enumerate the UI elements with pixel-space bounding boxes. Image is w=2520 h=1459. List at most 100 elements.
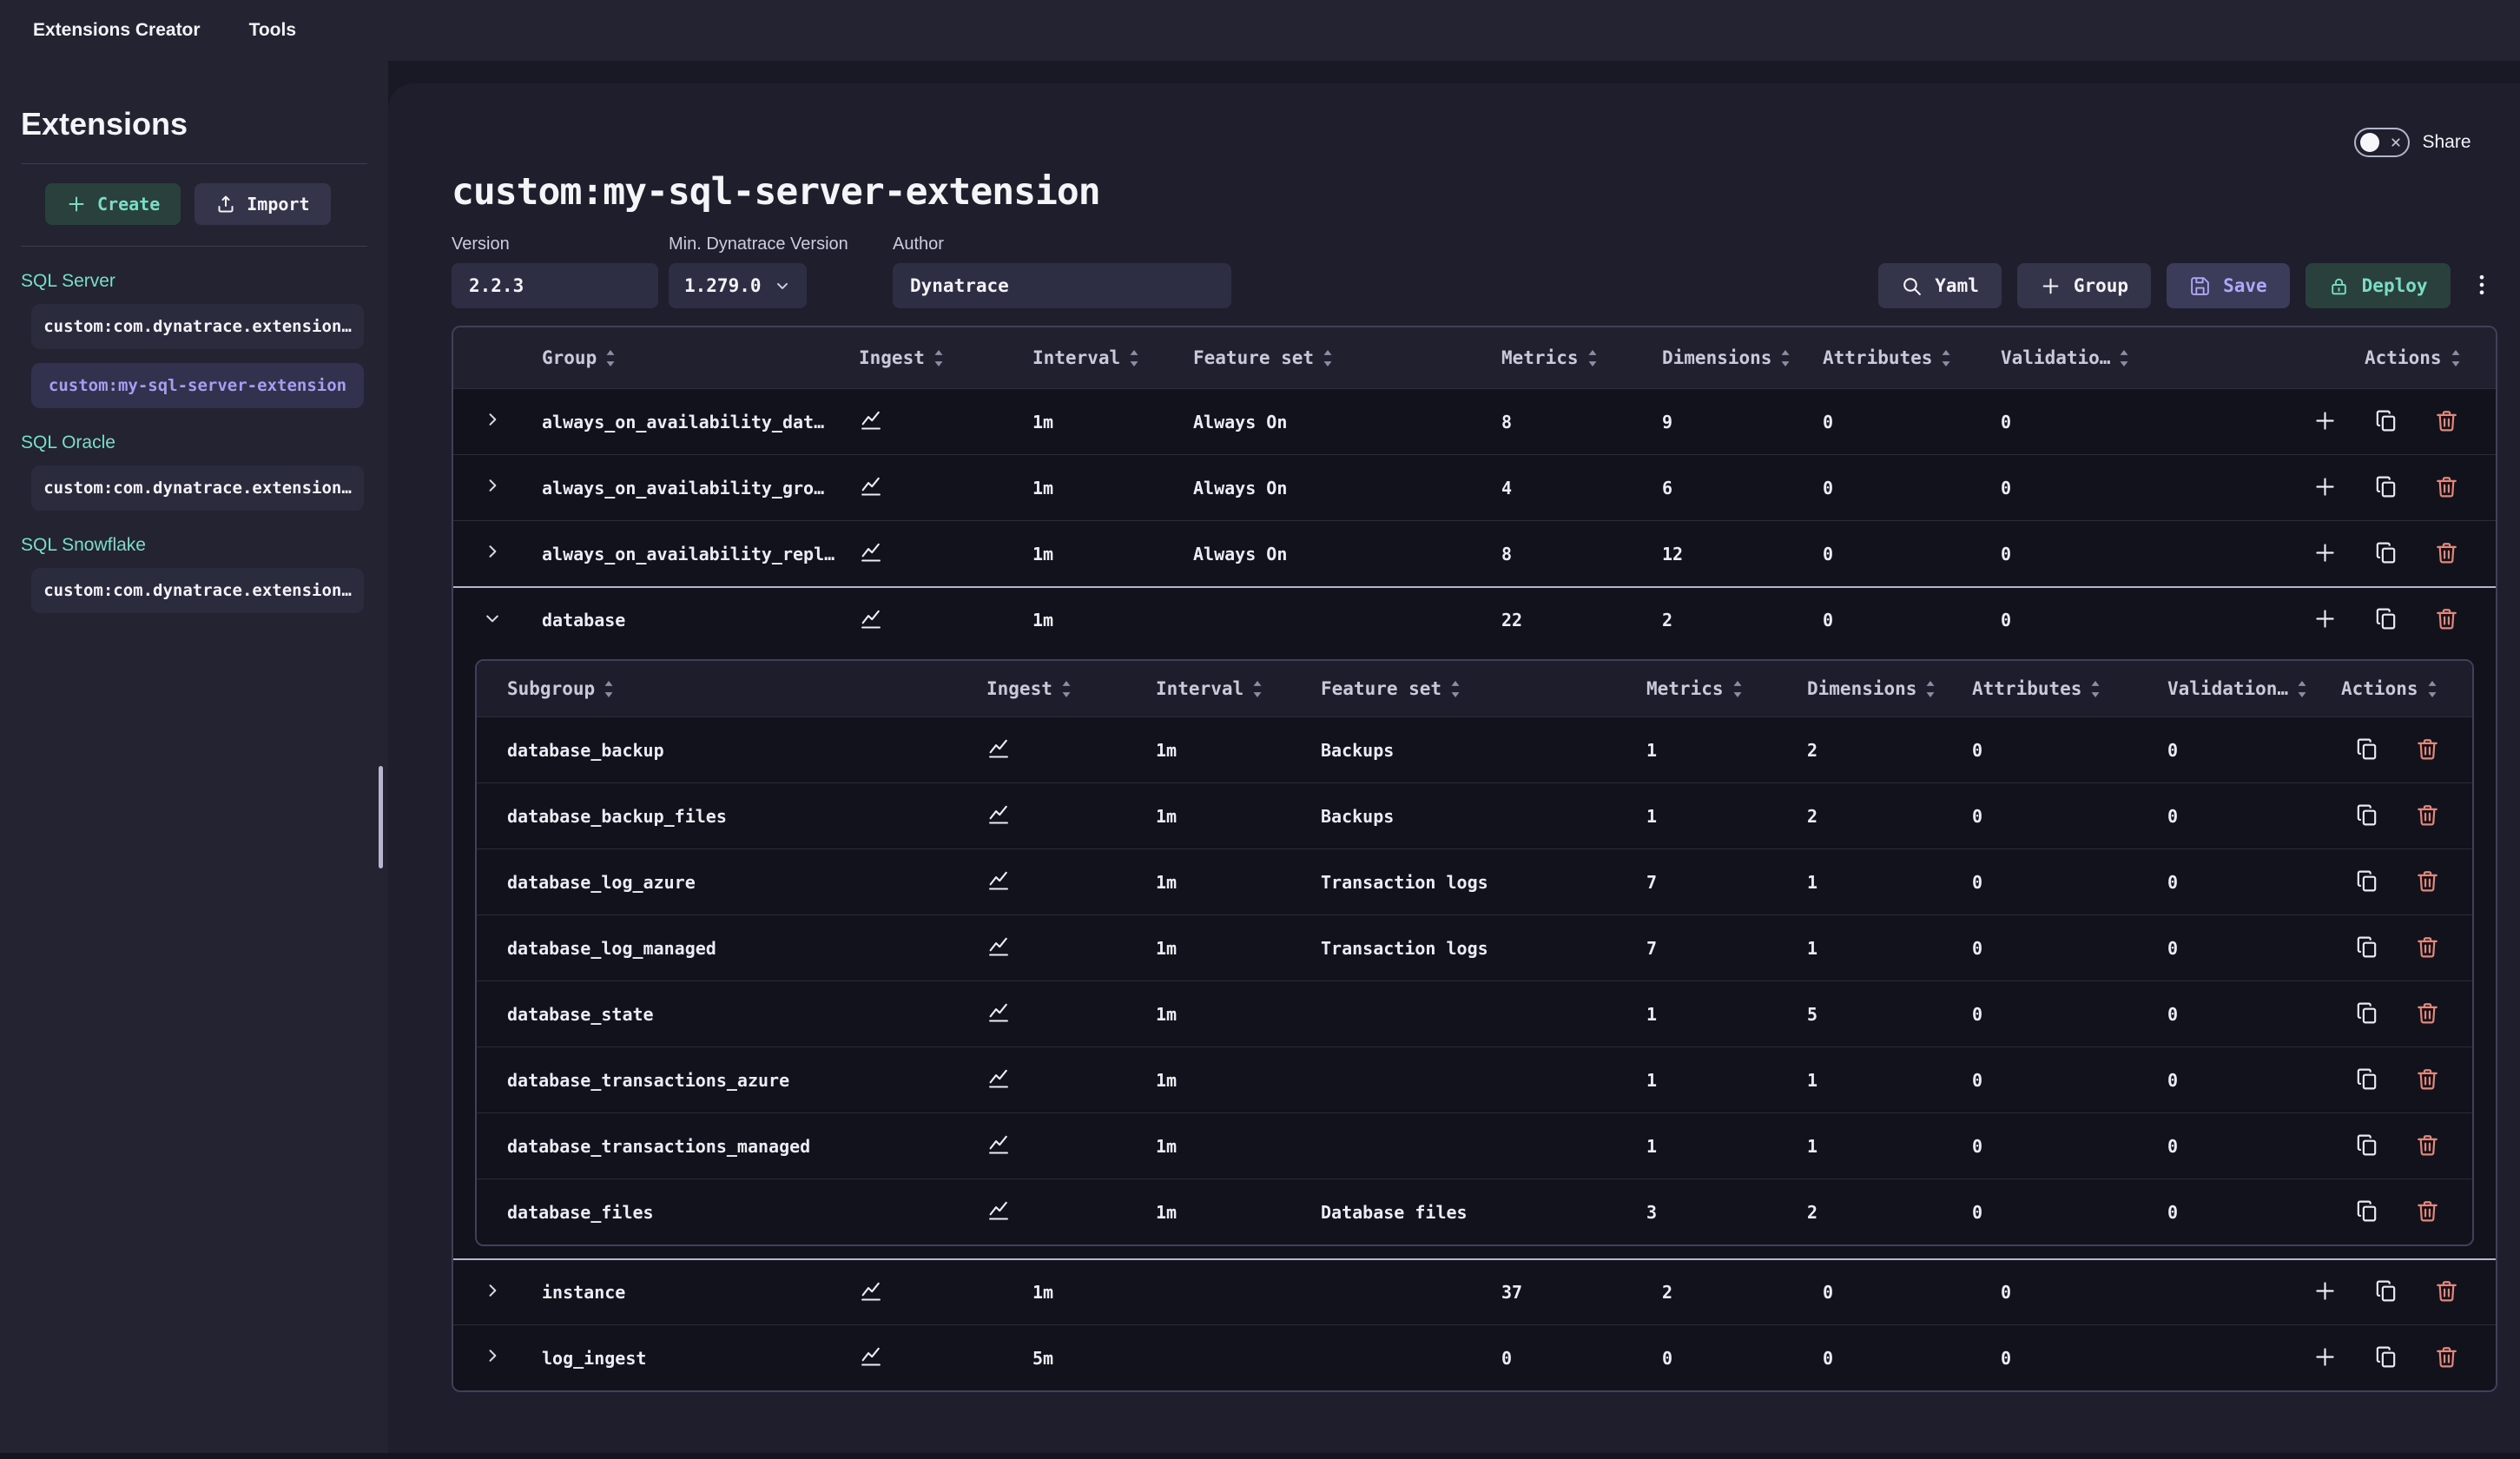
delete-button[interactable] [2414,736,2442,764]
column-header-subgroup[interactable]: Subgroup [477,678,976,699]
author-input[interactable] [893,263,1231,308]
add-subgroup-button[interactable] [2312,540,2339,568]
subgroup-row[interactable]: database_log_azure1mTransaction logs7100 [477,848,2472,914]
copy-button[interactable] [2353,1000,2381,1028]
table-row[interactable]: always_on_availability_gro…1mAlways On46… [453,454,2496,520]
column-header-label: Ingest [859,347,925,368]
sidebar-item[interactable]: custom:com.dynatrace.extension… [31,304,364,349]
expand-toggle[interactable] [453,1347,531,1369]
expand-toggle[interactable] [453,610,531,631]
delete-button[interactable] [2414,1000,2442,1028]
subgroup-row[interactable]: database_backup_files1mBackups1200 [477,782,2472,848]
column-header-metrics[interactable]: Metrics [1636,678,1797,699]
yaml-button[interactable]: Yaml [1878,263,2002,308]
column-header-feature-set[interactable]: Feature set [1310,678,1636,699]
delete-button[interactable] [2414,802,2442,830]
expand-toggle[interactable] [453,411,531,432]
subgroup-row[interactable]: database_transactions_azure1m1100 [477,1046,2472,1112]
sidebar-item[interactable]: custom:com.dynatrace.extension… [31,568,364,613]
table-row[interactable]: log_ingest5m0000 [453,1324,2496,1390]
ingest-cell [976,934,1145,962]
subgroup-row[interactable]: database_state1m1500 [477,980,2472,1046]
version-input[interactable] [452,263,658,308]
column-header-group[interactable]: Group [531,347,848,368]
copy-button[interactable] [2353,1198,2381,1226]
save-button[interactable]: Save [2167,263,2290,308]
delete-button[interactable] [2433,540,2461,568]
column-header-interval[interactable]: Interval [1022,347,1183,368]
column-header-label: Subgroup [507,678,595,699]
topbar-item-tools[interactable]: Tools [249,20,296,41]
delete-button[interactable] [2414,934,2442,962]
add-group-button[interactable]: Group [2017,263,2151,308]
group-name-cell: instance [531,1282,848,1303]
delete-button[interactable] [2414,868,2442,896]
copy-icon [2373,408,2398,436]
delete-button[interactable] [2414,1066,2442,1094]
column-header-feature-set[interactable]: Feature set [1183,347,1491,368]
column-header-actions[interactable]: Actions [2168,347,2496,368]
actions-cell [2331,802,2472,830]
subgroup-row[interactable]: database_transactions_managed1m1100 [477,1112,2472,1178]
interval-cell: 1m [1145,806,1310,827]
column-header-ingest[interactable]: Ingest [976,678,1145,699]
copy-button[interactable] [2372,408,2400,436]
more-options-button[interactable] [2466,263,2497,308]
copy-button[interactable] [2353,736,2381,764]
deploy-button[interactable]: Deploy [2306,263,2451,308]
subgroup-row[interactable]: database_log_managed1mTransaction logs71… [477,914,2472,980]
delete-button[interactable] [2414,1198,2442,1226]
attributes-cell: 0 [1962,1004,2157,1025]
sidebar-item[interactable]: custom:my-sql-server-extension [31,363,364,408]
add-subgroup-button[interactable] [2312,606,2339,634]
copy-button[interactable] [2353,1066,2381,1094]
table-row[interactable]: always_on_availability_repl…1mAlways On8… [453,520,2496,586]
column-header-attributes[interactable]: Attributes [1812,347,1990,368]
expand-toggle[interactable] [453,477,531,498]
column-header-interval[interactable]: Interval [1145,678,1310,699]
table-row[interactable]: always_on_availability_dat…1mAlways On89… [453,388,2496,454]
add-subgroup-button[interactable] [2312,1344,2339,1372]
expand-toggle[interactable] [453,543,531,564]
expand-toggle[interactable] [453,1282,531,1304]
copy-button[interactable] [2372,1344,2400,1372]
copy-button[interactable] [2372,474,2400,502]
column-header-attributes[interactable]: Attributes [1962,678,2157,699]
add-subgroup-button[interactable] [2312,1278,2339,1306]
create-button[interactable]: Create [45,183,181,225]
min-dynatrace-version-select[interactable]: 1.279.0 [669,263,807,308]
delete-button[interactable] [2433,1278,2461,1306]
copy-button[interactable] [2372,606,2400,634]
table-row[interactable]: instance1m37200 [453,1258,2496,1324]
add-subgroup-button[interactable] [2312,474,2339,502]
subgroup-row[interactable]: database_files1mDatabase files3200 [477,1178,2472,1244]
column-header-ingest[interactable]: Ingest [848,347,1022,368]
copy-icon [2354,802,2379,830]
delete-button[interactable] [2433,474,2461,502]
topbar-brand[interactable]: Extensions Creator [33,20,201,41]
delete-button[interactable] [2433,1344,2461,1372]
import-button[interactable]: Import [195,183,330,225]
sidebar-item[interactable]: custom:com.dynatrace.extension… [31,465,364,511]
add-subgroup-button[interactable] [2312,408,2339,436]
delete-button[interactable] [2433,408,2461,436]
table-row[interactable]: database1m22200 [453,586,2496,652]
copy-button[interactable] [2353,868,2381,896]
copy-button[interactable] [2353,802,2381,830]
copy-button[interactable] [2353,1132,2381,1160]
copy-button[interactable] [2372,1278,2400,1306]
column-header-validatio[interactable]: Validatio… [1990,347,2168,368]
column-header-metrics[interactable]: Metrics [1491,347,1652,368]
copy-button[interactable] [2353,934,2381,962]
delete-button[interactable] [2414,1132,2442,1160]
column-header-dimensions[interactable]: Dimensions [1797,678,1962,699]
column-header-actions[interactable]: Actions [2331,678,2472,699]
share-toggle[interactable] [2354,128,2410,157]
column-header-dimensions[interactable]: Dimensions [1652,347,1812,368]
sidebar-resize-handle[interactable] [379,766,383,868]
copy-button[interactable] [2372,540,2400,568]
delete-button[interactable] [2433,606,2461,634]
column-header-validation[interactable]: Validation… [2157,678,2331,699]
subgroup-row[interactable]: database_backup1mBackups1200 [477,716,2472,782]
column-header-label: Attributes [1972,678,2081,699]
